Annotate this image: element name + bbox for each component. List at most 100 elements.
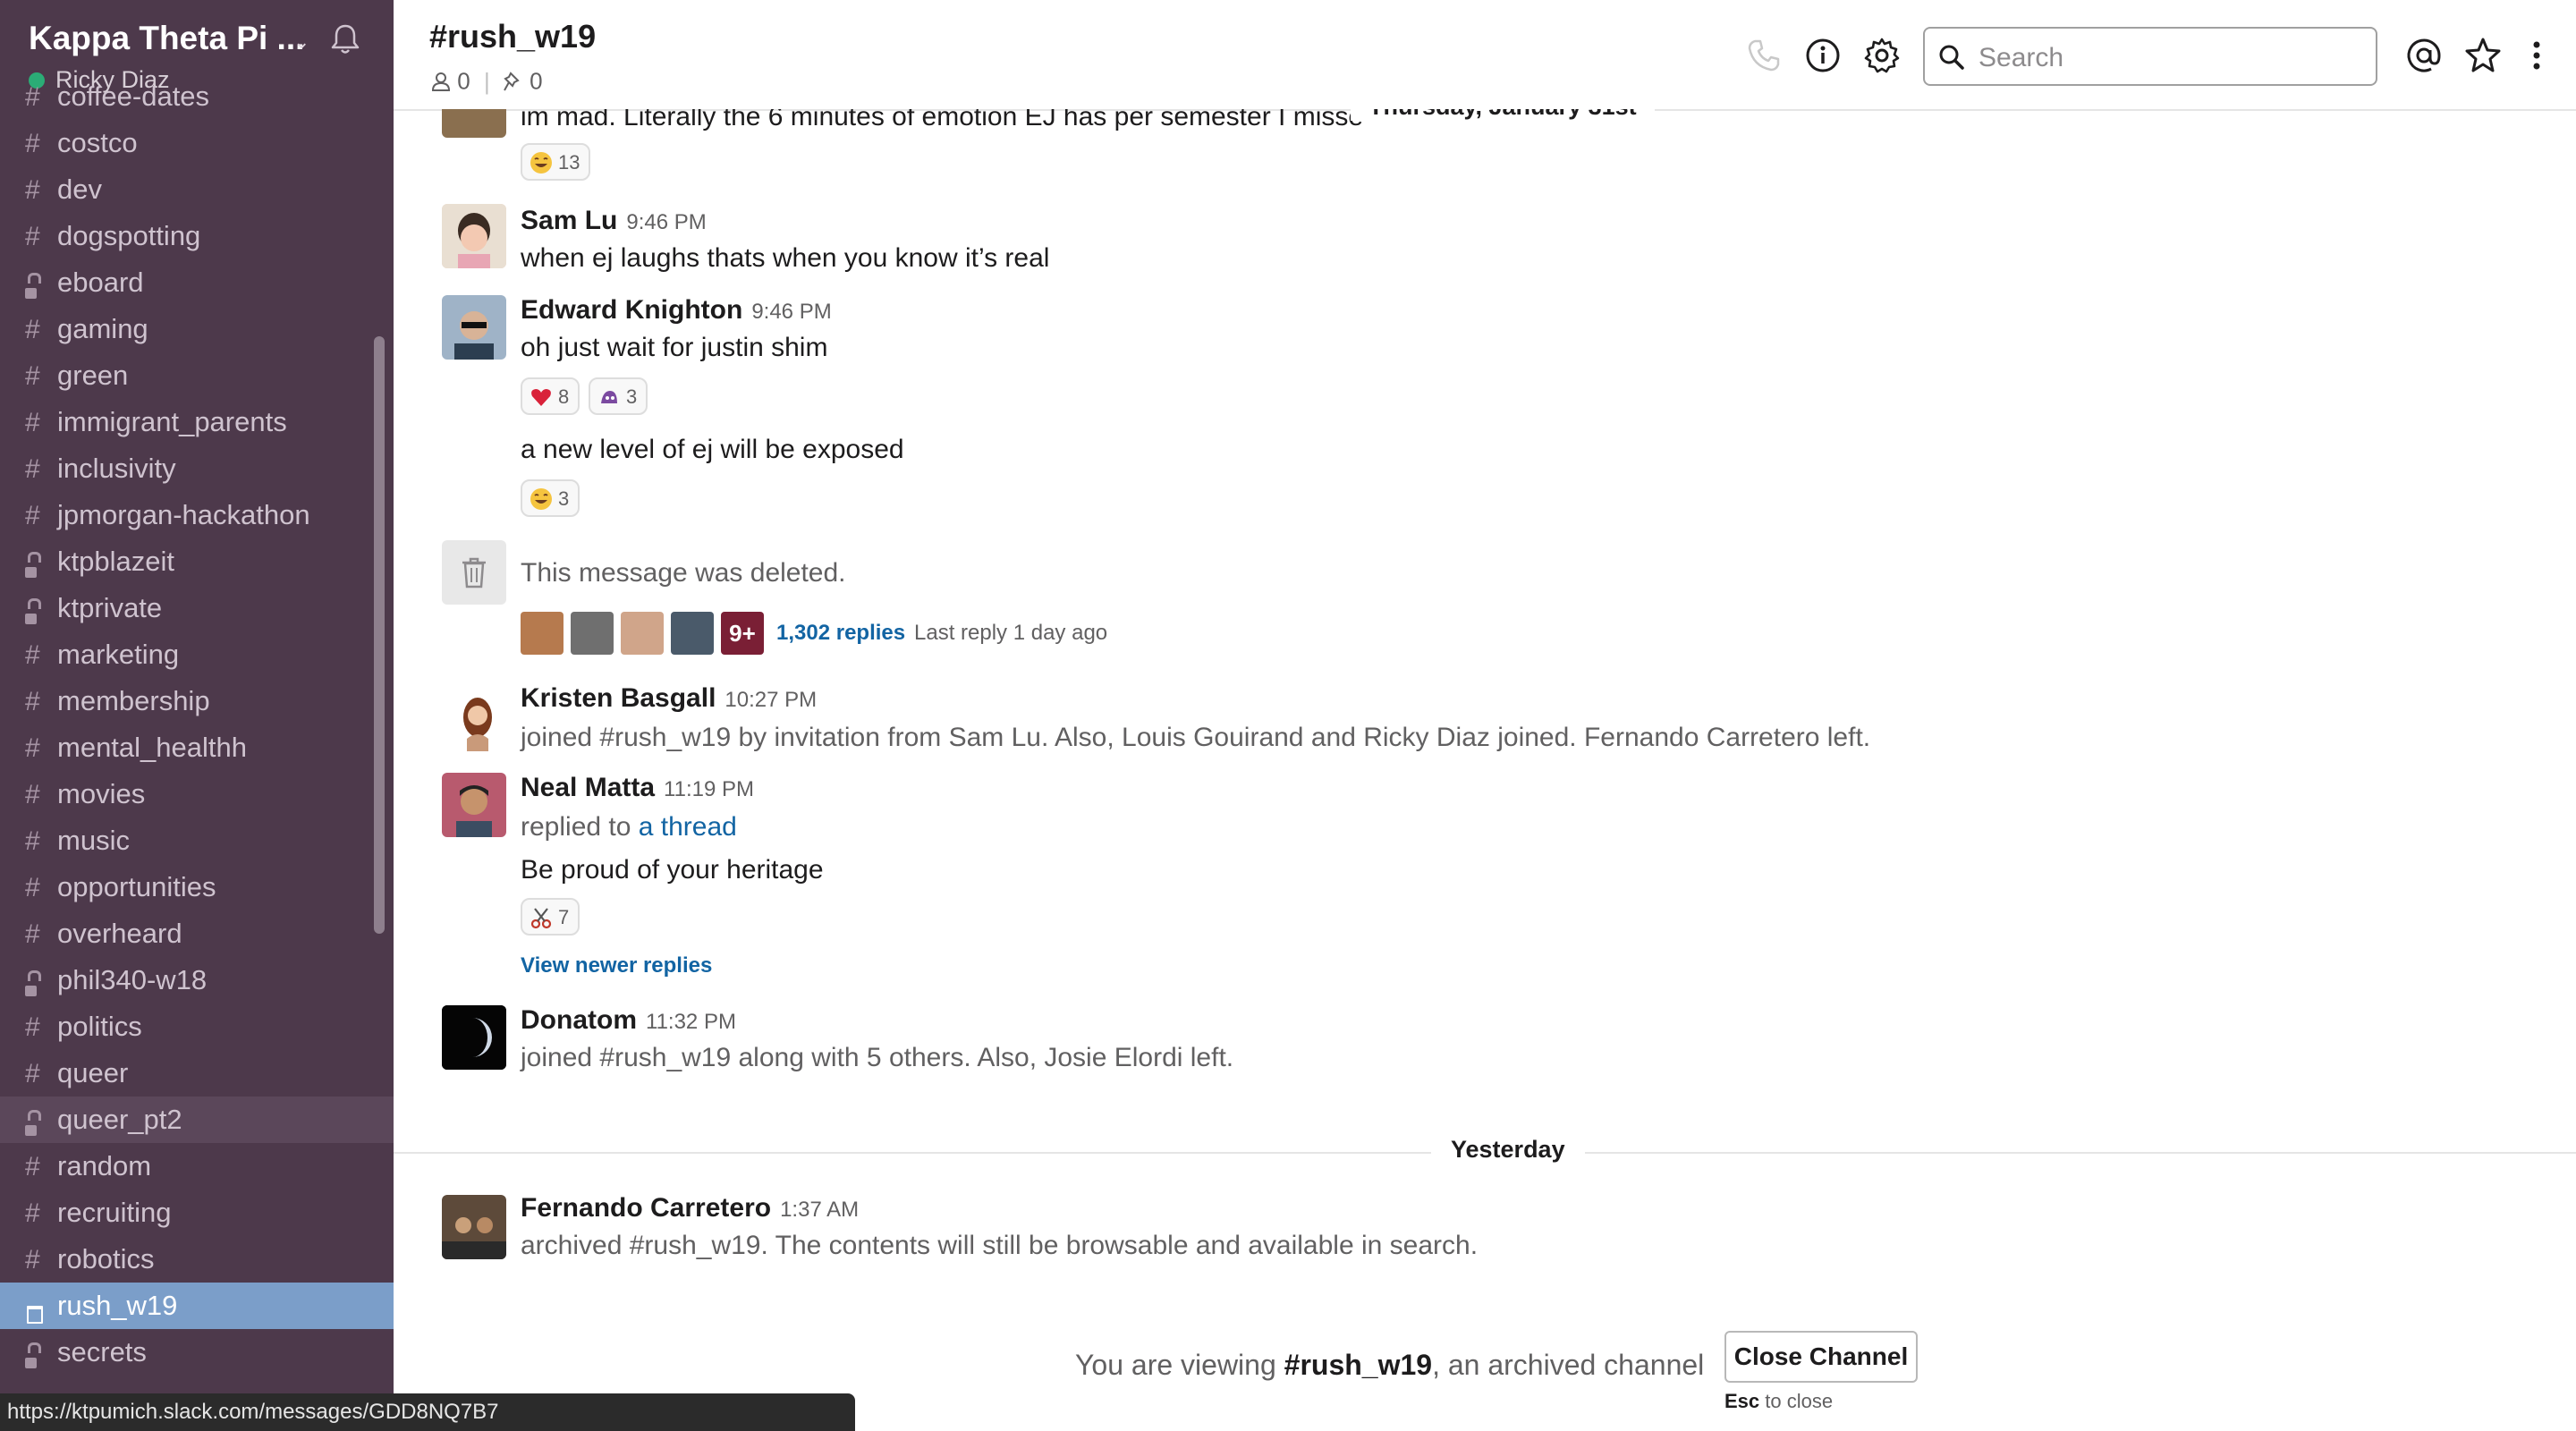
message-text: when ej laughs thats when you know it’s … [521, 243, 1050, 273]
reaction-heart[interactable]: 8 [521, 377, 580, 415]
sidebar-item-label: movies [57, 778, 146, 809]
sidebar-item-music[interactable]: # music [0, 817, 394, 864]
sidebar-item-membership[interactable]: # membership [0, 678, 394, 724]
avatar[interactable] [442, 1005, 506, 1070]
hash-icon: # [25, 1059, 40, 1088]
message-author[interactable]: Sam Lu 9:46 PM [521, 206, 707, 236]
message-author[interactable]: Fernando Carretero 1:37 AM [521, 1193, 859, 1224]
more-repliers-badge[interactable]: 9+ [721, 612, 764, 655]
sidebar-item-random[interactable]: # random [0, 1143, 394, 1190]
sidebar-item-immigrant_parents[interactable]: # immigrant_parents [0, 399, 394, 445]
message-timestamp[interactable]: 11:32 PM [646, 1010, 736, 1034]
hash-icon: # [25, 1152, 40, 1181]
pinned-count[interactable]: 0 [530, 68, 542, 95]
sidebar-item-label: green [57, 360, 129, 391]
reply-avatar[interactable] [521, 612, 564, 655]
sidebar-item-eboard[interactable]: eboard [0, 259, 394, 306]
sidebar-item-jpmorgan-hackathon[interactable]: # jpmorgan-hackathon [0, 492, 394, 538]
message-author[interactable]: Neal Matta 11:19 PM [521, 773, 754, 803]
search-input[interactable]: Search [1923, 27, 2377, 86]
hash-icon: # [25, 454, 40, 484]
message-author[interactable]: Kristen Basgall 10:27 PM [521, 683, 817, 714]
author-name[interactable]: Fernando Carretero [521, 1193, 771, 1223]
info-icon[interactable] [1803, 36, 1843, 75]
gear-icon[interactable] [1862, 36, 1902, 75]
sidebar-item-recruiting[interactable]: # recruiting [0, 1190, 394, 1236]
avatar[interactable] [442, 773, 506, 837]
bell-icon[interactable] [327, 21, 363, 57]
author-name[interactable]: Neal Matta [521, 773, 655, 802]
sidebar-item-ktprivate[interactable]: ktprivate [0, 585, 394, 631]
chevron-down-icon[interactable]: ⌄ [293, 30, 309, 54]
mentions-icon[interactable] [2404, 36, 2444, 75]
member-icon[interactable] [431, 72, 451, 92]
close-channel-button[interactable]: Close Channel [1724, 1331, 1918, 1383]
message-timestamp[interactable]: 9:46 PM [626, 210, 706, 234]
avatar-image [442, 1005, 506, 1070]
reaction-joy[interactable]: 13 [521, 143, 591, 181]
sidebar-item-gaming[interactable]: # gaming [0, 306, 394, 352]
sidebar-item-label: politics [57, 1011, 142, 1042]
avatar[interactable] [442, 295, 506, 360]
sidebar-item-rush_w19[interactable]: rush_w19 [0, 1283, 394, 1329]
message-text: joined #rush_w19 by invitation from Sam … [521, 723, 1871, 752]
sidebar-item-ktpblazeit[interactable]: ktpblazeit [0, 538, 394, 585]
sidebar-scrollbar[interactable] [374, 336, 385, 934]
sidebar-item-costco[interactable]: # costco [0, 120, 394, 166]
sidebar-item-label: inclusivity [57, 453, 176, 484]
message-timestamp[interactable]: 9:46 PM [751, 300, 831, 324]
sidebar-item-movies[interactable]: # movies [0, 771, 394, 817]
sidebar-item-coffee-dates[interactable]: # coffee-dates [0, 73, 394, 120]
author-name[interactable]: Kristen Basgall [521, 683, 716, 713]
team-name[interactable]: Kappa Theta Pi ... [29, 20, 304, 57]
thread-link[interactable]: a thread [639, 812, 737, 842]
reaction-joy[interactable]: 3 [521, 479, 580, 517]
reply-avatar[interactable] [621, 612, 664, 655]
sidebar-item-label: costco [57, 127, 138, 158]
star-icon[interactable] [2463, 36, 2503, 75]
sidebar-item-opportunities[interactable]: # opportunities [0, 864, 394, 910]
sidebar-item-label: robotics [57, 1243, 155, 1274]
member-count[interactable]: 0 [457, 68, 470, 95]
message-author[interactable]: Donatom 11:32 PM [521, 1005, 736, 1036]
view-newer-replies-link[interactable]: View newer replies [521, 953, 712, 978]
replies-link[interactable]: 1,302 replies [776, 621, 905, 646]
message-author[interactable]: Edward Knighton 9:46 PM [521, 295, 832, 326]
more-vertical-icon[interactable] [2517, 36, 2556, 75]
avatar[interactable] [442, 204, 506, 268]
author-name[interactable]: Sam Lu [521, 206, 617, 235]
author-name[interactable]: Donatom [521, 1005, 637, 1035]
avatar[interactable] [442, 1195, 506, 1259]
reaction-custom[interactable]: 3 [589, 377, 648, 415]
sidebar-item-overheard[interactable]: # overheard [0, 910, 394, 957]
sidebar-item-secrets[interactable]: secrets [0, 1329, 394, 1376]
sidebar-item-queer[interactable]: # queer [0, 1050, 394, 1097]
message-timestamp[interactable]: 1:37 AM [780, 1198, 859, 1222]
sidebar-item-mental_healthh[interactable]: # mental_healthh [0, 724, 394, 771]
reply-avatar[interactable] [571, 612, 614, 655]
avatar[interactable] [442, 687, 506, 751]
hash-icon: # [25, 1198, 40, 1228]
avatar [442, 540, 506, 605]
pin-icon[interactable] [504, 72, 523, 91]
sidebar-item-label: mental_healthh [57, 732, 247, 763]
sidebar-item-dogspotting[interactable]: # dogspotting [0, 213, 394, 259]
sidebar-item-green[interactable]: # green [0, 352, 394, 399]
sidebar-item-queer_pt2[interactable]: queer_pt2 [0, 1097, 394, 1143]
phone-icon[interactable] [1744, 36, 1784, 75]
sidebar-item-inclusivity[interactable]: # inclusivity [0, 445, 394, 492]
avatar-image [442, 204, 506, 268]
sidebar-item-robotics[interactable]: # robotics [0, 1236, 394, 1283]
reaction-scissors[interactable]: 7 [521, 898, 580, 936]
message-timestamp[interactable]: 11:19 PM [664, 777, 754, 801]
channel-title[interactable]: #rush_w19 [429, 18, 596, 55]
sidebar-item-politics[interactable]: # politics [0, 1003, 394, 1050]
message-timestamp[interactable]: 10:27 PM [724, 688, 817, 712]
sidebar-item-dev[interactable]: # dev [0, 166, 394, 213]
reaction-count: 3 [626, 385, 638, 408]
sidebar-item-label: ktprivate [57, 592, 163, 623]
author-name[interactable]: Edward Knighton [521, 295, 742, 325]
reply-avatar[interactable] [671, 612, 714, 655]
sidebar-item-marketing[interactable]: # marketing [0, 631, 394, 678]
sidebar-item-phil340-w18[interactable]: phil340-w18 [0, 957, 394, 1003]
